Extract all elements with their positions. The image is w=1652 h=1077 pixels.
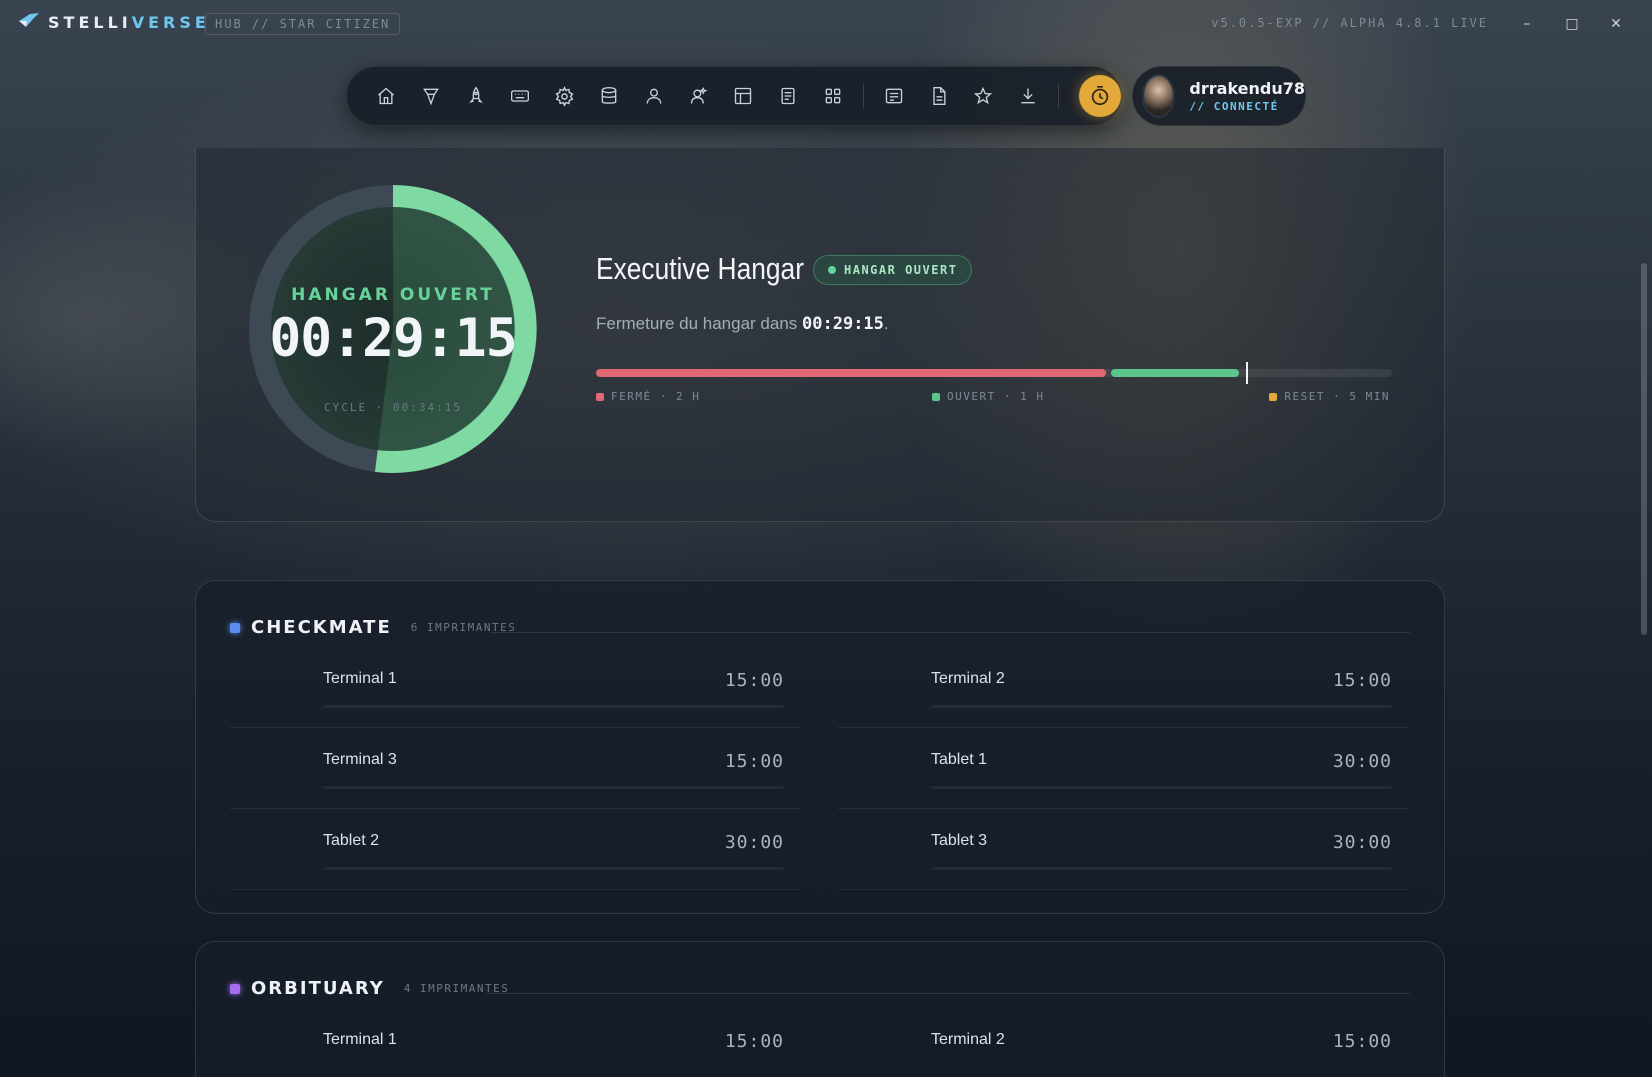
printer-progress — [323, 786, 784, 789]
document-icon[interactable] — [766, 74, 811, 118]
printer-progress — [931, 867, 1392, 870]
printer-row[interactable]: Terminal 2 15:00 — [838, 648, 1408, 728]
settings-icon[interactable] — [543, 74, 588, 118]
timeline-current-marker — [1246, 362, 1249, 384]
minimize-button[interactable]: – — [1515, 12, 1539, 36]
username: drrakendu78 — [1189, 79, 1305, 98]
hangar-timeline — [596, 362, 1392, 384]
keyboard-icon[interactable] — [498, 74, 543, 118]
version-label: v5.0.5-EXP // ALPHA 4.8.1 LIVE — [1211, 16, 1488, 30]
section-divider — [486, 993, 1410, 994]
timeline-closed-segment — [596, 369, 1107, 377]
hangar-card: HANGAR OUVERT 00:29:15 CYCLE · 00:34:15 … — [195, 148, 1445, 522]
user-profile[interactable]: drrakendu78 // CONNECTÉ — [1132, 66, 1306, 126]
printer-name: Terminal 1 — [323, 670, 397, 687]
closing-countdown-time: 00:29:15 — [802, 314, 884, 334]
section-color-icon — [230, 983, 240, 994]
ring-status-label: HANGAR OUVERT — [291, 285, 495, 305]
nav-divider — [862, 84, 864, 108]
database-icon[interactable] — [587, 74, 632, 118]
download-icon[interactable] — [1006, 74, 1051, 118]
printer-time: 15:00 — [1332, 1031, 1392, 1052]
status-badge: HANGAR OUVERT — [813, 255, 973, 285]
timer-icon[interactable] — [1079, 75, 1121, 117]
status-badge-label: HANGAR OUVERT — [844, 263, 958, 277]
printer-row[interactable]: Terminal 3 15:00 — [230, 729, 800, 809]
hangar-ring: HANGAR OUVERT 00:29:15 CYCLE · 00:34:15 — [248, 184, 538, 474]
printer-name: Terminal 2 — [931, 670, 1005, 687]
timeline-open-segment — [1111, 369, 1239, 377]
users-icon[interactable] — [676, 74, 721, 118]
app-name: STELLIVERSE — [48, 12, 210, 32]
printer-row[interactable]: Terminal 2 15:00 — [838, 1009, 1408, 1077]
ring-countdown: 00:29:15 — [269, 308, 517, 369]
printer-row[interactable]: Terminal 1 15:00 — [230, 648, 800, 728]
layout-icon[interactable] — [721, 74, 766, 118]
app-brand: STELLIVERSE — [18, 12, 210, 32]
main-nav — [346, 66, 1122, 126]
printer-time: 15:00 — [724, 1031, 784, 1052]
connection-status: // CONNECTÉ — [1189, 100, 1279, 113]
legend-open-swatch-icon — [932, 392, 940, 401]
printer-row[interactable]: Tablet 3 30:00 — [838, 810, 1408, 890]
ship-icon[interactable] — [409, 74, 454, 118]
home-icon[interactable] — [364, 74, 409, 118]
legend-reset-swatch-icon — [1269, 392, 1278, 401]
printer-progress — [931, 786, 1392, 789]
maximize-button[interactable]: □ — [1560, 12, 1584, 36]
printer-row[interactable]: Terminal 1 15:00 — [230, 1009, 800, 1077]
user-icon[interactable] — [632, 74, 677, 118]
printer-name: Tablet 3 — [931, 832, 988, 849]
ring-cycle: CYCLE · 00:34:15 — [324, 401, 462, 414]
avatar — [1142, 74, 1176, 118]
printer-progress — [323, 867, 784, 870]
list-icon[interactable] — [872, 74, 917, 118]
printer-time: 15:00 — [1332, 670, 1392, 691]
close-button[interactable]: ✕ — [1604, 12, 1628, 36]
legend-open: OUVERT · 1 H — [932, 390, 1044, 403]
logo-icon — [18, 12, 40, 32]
scrollbar-thumb[interactable] — [1641, 263, 1647, 635]
printer-time: 30:00 — [724, 832, 784, 853]
printer-name: Terminal 3 — [323, 751, 397, 768]
printer-name: Tablet 2 — [323, 832, 380, 849]
section-title: CHECKMATE — [251, 617, 392, 638]
printer-name: Tablet 1 — [931, 751, 988, 768]
printer-row[interactable]: Tablet 2 30:00 — [230, 810, 800, 890]
printer-time: 15:00 — [724, 670, 784, 691]
file-icon[interactable] — [916, 74, 961, 118]
printer-time: 30:00 — [1332, 751, 1392, 772]
section-divider — [490, 632, 1410, 633]
status-dot-icon — [828, 266, 836, 274]
section-orbituary: ORBITUARY 4 IMPRIMANTES Terminal 1 15:00… — [195, 941, 1445, 1077]
rocket-icon[interactable] — [453, 74, 498, 118]
page-scrollbar[interactable] — [1638, 138, 1652, 1077]
printer-time: 15:00 — [724, 751, 784, 772]
section-title: ORBITUARY — [251, 978, 385, 999]
printer-progress — [931, 705, 1392, 708]
printer-time: 30:00 — [1332, 832, 1392, 853]
nav-divider — [1058, 84, 1060, 108]
printer-name: Terminal 2 — [931, 1031, 1005, 1048]
printer-row[interactable]: Tablet 1 30:00 — [838, 729, 1408, 809]
legend-closed-swatch-icon — [596, 392, 604, 401]
section-header: CHECKMATE 6 IMPRIMANTES — [230, 617, 516, 638]
hub-tag: HUB // STAR CITIZEN — [205, 13, 401, 35]
title-bar: STELLIVERSE HUB // STAR CITIZEN v5.0.5-E… — [0, 0, 1652, 48]
closing-countdown-text: Fermeture du hangar dans 00:29:15. — [596, 314, 889, 334]
legend-closed: FERMÉ · 2 H — [596, 390, 700, 403]
printer-name: Terminal 1 — [323, 1031, 397, 1048]
section-header: ORBITUARY 4 IMPRIMANTES — [230, 978, 509, 999]
section-checkmate: CHECKMATE 6 IMPRIMANTES Terminal 1 15:00… — [195, 580, 1445, 914]
grid-icon[interactable] — [810, 74, 855, 118]
page-title: Executive Hangar — [596, 251, 804, 286]
star-icon[interactable] — [961, 74, 1006, 118]
printer-progress — [323, 705, 784, 708]
legend-reset: RESET · 5 MIN — [1269, 390, 1390, 403]
section-color-icon — [230, 622, 240, 633]
